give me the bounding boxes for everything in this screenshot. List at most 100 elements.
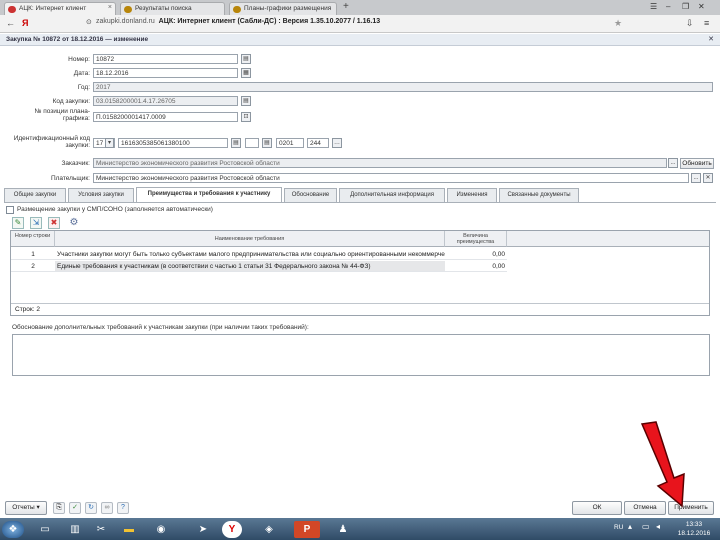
calendar-icon[interactable]: ▦ [241,68,251,78]
yandex-logo-icon[interactable]: Я [22,18,28,28]
browser-tab-plans[interactable]: Планы-графики размещения [229,2,337,15]
ikz-label: Идентификационный код закупки: [13,135,90,149]
table-row-2-number[interactable]: 2 [11,261,55,272]
ikz-document-icon[interactable]: ▤ [231,138,241,148]
new-tab-button[interactable]: + [343,1,349,12]
customer-ellipsis-button[interactable]: ... [668,158,678,168]
position-select-icon[interactable]: ⊡ [241,112,251,122]
column-header-value[interactable]: Величина преимущества [445,231,507,247]
customer-label: Заказчик: [61,160,90,167]
network-icon[interactable]: ▭ [642,522,650,531]
ikz-number1-field[interactable]: 0201 [276,138,304,148]
tab-requirements[interactable]: Преимущества и требования к участнику [136,187,282,202]
browser-tab-search[interactable]: Результаты поиска [120,2,225,15]
tab-conditions[interactable]: Условия закупки [68,188,134,202]
payer-field[interactable]: Министерство экономического развития Рос… [93,173,689,183]
taskbar-chart-icon[interactable]: ▥ [62,521,88,538]
bookmark-star-icon[interactable]: ★ [614,18,622,29]
payer-ellipsis-button[interactable]: ... [691,173,701,183]
ikz-main-field[interactable]: 1616305385061380100 [118,138,228,148]
table-row-1-value[interactable]: 0,00 [445,249,507,260]
position-field[interactable]: П.0158200001417.0009 [93,112,238,122]
gov-favicon-icon [124,6,132,13]
smp-checkbox[interactable] [6,206,14,214]
taskbar-arrow-icon[interactable]: ➤ [190,521,216,538]
clock-date: 18.12.2016 [677,530,711,537]
volume-icon[interactable]: ◂ [656,522,660,531]
column-header-spacer [507,231,709,247]
taskbar-user-icon[interactable]: ♟ [330,521,356,538]
tab-changes[interactable]: Изменения [447,188,497,202]
restore-icon[interactable]: ❐ [682,2,689,11]
tab-linked-documents[interactable]: Связанные документы [499,188,579,202]
taskbar-yandex-icon[interactable]: Y [222,521,242,538]
code-field: 03.0158200001.4.17.26705 [93,96,238,106]
history-icon[interactable]: ↻ [85,502,97,514]
settings-gear-icon[interactable]: ⚙ [68,217,80,229]
number-picker-icon[interactable]: ▤ [241,54,251,64]
taskbar-folder-icon[interactable]: ▬ [116,521,142,538]
browser-tab-title: Результаты поиска [135,5,192,12]
year-label: Год: [77,84,90,91]
url-title: АЦК: Интернет клиент (Сабли-ДС) : Версия… [158,18,381,25]
taskbar-app-icon[interactable]: ◈ [256,521,282,538]
import-icon[interactable]: ⇲ [30,217,42,229]
reason-textarea[interactable] [12,334,710,376]
ikz-select-icon[interactable]: ▤ [262,138,272,148]
reports-button-label: Отчеты [12,504,35,511]
back-button[interactable]: ← [6,18,15,28]
close-window-icon[interactable]: ✕ [698,2,705,11]
sign-icon[interactable]: ✓ [69,502,81,514]
clock-time: 13:33 [685,521,703,528]
payer-clear-button[interactable]: ✕ [703,173,713,183]
code-copy-icon[interactable]: ▤ [241,96,251,106]
menu-icon[interactable]: ☰ [650,2,657,11]
start-button-icon[interactable]: ❖ [2,521,24,538]
code-label: Код закупки: [52,98,90,105]
attach-icon[interactable]: ⎘ [53,502,65,514]
clock[interactable]: 13:33 18.12.2016 [672,520,716,538]
close-tab-icon[interactable]: × [108,4,112,11]
table-row-2-name[interactable]: Единые требования к участникам (в соотве… [55,261,445,272]
help-icon[interactable]: ? [117,502,129,514]
tab-additional-info[interactable]: Дополнительная информация [339,188,445,202]
ikz-ellipsis-button[interactable]: … [332,138,342,148]
requirements-table: Номер строки Наименование требования Вел… [10,230,710,316]
document-title: Закупка № 10872 от 18.12.2016 — изменени… [6,36,149,43]
number-field[interactable]: 10872 [93,54,238,64]
ikz-number2-field[interactable]: 244 [307,138,329,148]
ok-button[interactable]: ОК [572,501,622,515]
add-row-icon[interactable]: ✎ [12,217,24,229]
position-label: № позиции плана-графика: [34,108,90,122]
minimize-icon[interactable]: – [666,2,670,11]
tray-arrow-icon[interactable]: ▴ [628,522,632,531]
close-document-icon[interactable]: ✕ [708,35,714,43]
language-indicator[interactable]: RU [614,524,623,531]
url-field[interactable]: zakupki.donland.ru АЦК: Интернет клиент … [96,18,616,30]
downloads-icon[interactable]: ⇩ [686,18,694,29]
column-header-number[interactable]: Номер строки [11,231,55,247]
ikz-year-dropdown-icon[interactable]: ▾ [105,138,114,148]
address-bar: ← Я ⊙ zakupki.donland.ru АЦК: Интернет к… [0,15,720,33]
tab-divider [4,202,716,203]
delete-row-icon[interactable]: ✖ [48,217,60,229]
browser-tab-atsk[interactable]: АЦК: Интернет клиент × [4,2,116,15]
tab-justification[interactable]: Обоснование [284,188,337,202]
column-header-name[interactable]: Наименование требования [55,231,445,247]
customer-refresh-button[interactable]: Обновить [680,158,714,169]
table-row-2-value[interactable]: 0,00 [445,261,507,272]
table-row-1-number[interactable]: 1 [11,249,55,260]
browser-tab-title: АЦК: Интернет клиент [19,5,87,12]
document-title-bar: Закупка № 10872 от 18.12.2016 — изменени… [0,34,720,46]
taskbar-media-icon[interactable]: ◉ [148,521,174,538]
link-icon[interactable]: ∞ [101,502,113,514]
taskbar-monitor-icon[interactable]: ▭ [32,521,58,538]
reports-button[interactable]: Отчеты ▾ [5,501,47,515]
menu-dots-icon[interactable]: ≡ [704,18,709,28]
date-field[interactable]: 18.12.2016 [93,68,238,78]
taskbar-tools-icon[interactable]: ✂ [88,521,114,538]
ikz-blank-field[interactable] [245,138,259,148]
taskbar-powerpoint-icon[interactable]: P [294,521,320,538]
table-row-1-name[interactable]: Участники закупки могут быть только субъ… [55,249,445,260]
tab-general[interactable]: Общие закупки [4,188,66,202]
